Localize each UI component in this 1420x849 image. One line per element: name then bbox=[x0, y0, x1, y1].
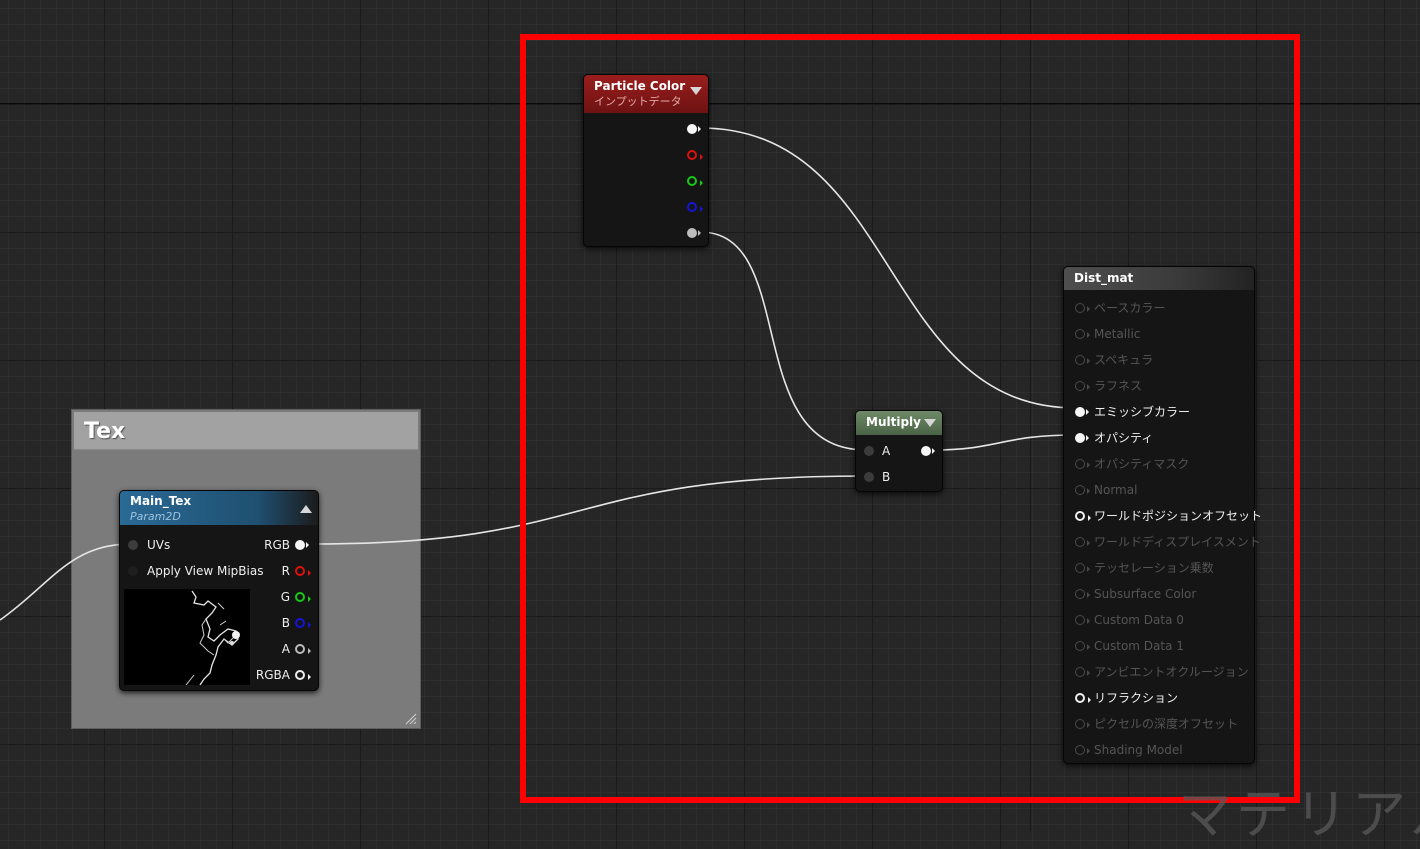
output-pin-rgba[interactable] bbox=[295, 670, 311, 680]
collapse-arrow-icon[interactable] bbox=[300, 505, 312, 513]
watermark-text: マテリアル bbox=[1178, 783, 1420, 846]
input-pin-apply-view-mipbias[interactable] bbox=[128, 566, 138, 576]
input-label-uvs: UVs bbox=[147, 538, 171, 552]
node-main-tex[interactable]: Main_Tex Param2D UVs Apply View MipBias … bbox=[119, 490, 319, 691]
output-pin-r[interactable] bbox=[295, 566, 311, 576]
output-label-rgba: RGBA bbox=[255, 668, 290, 682]
output-label-a: A bbox=[281, 642, 290, 656]
output-label-rgb: RGB bbox=[264, 538, 290, 552]
input-pin-uvs[interactable] bbox=[128, 540, 138, 550]
output-pin-g[interactable] bbox=[295, 592, 311, 602]
texture-preview-thumbnail bbox=[124, 589, 250, 685]
selection-highlight bbox=[520, 34, 1300, 803]
output-label-g: G bbox=[280, 590, 290, 604]
output-pin-rgb[interactable] bbox=[295, 540, 309, 550]
node-subtitle: Param2D bbox=[130, 510, 181, 523]
output-label-b: B bbox=[281, 616, 290, 630]
wire-offgraph-to-uvs bbox=[0, 543, 131, 621]
output-pin-a[interactable] bbox=[295, 644, 311, 654]
node-title: Main_Tex bbox=[130, 494, 192, 508]
output-label-r: R bbox=[281, 564, 290, 578]
input-label-apply-view-mipbias: Apply View MipBias bbox=[147, 564, 264, 578]
node-header[interactable]: Main_Tex Param2D bbox=[120, 491, 318, 525]
output-pin-b[interactable] bbox=[295, 618, 311, 628]
